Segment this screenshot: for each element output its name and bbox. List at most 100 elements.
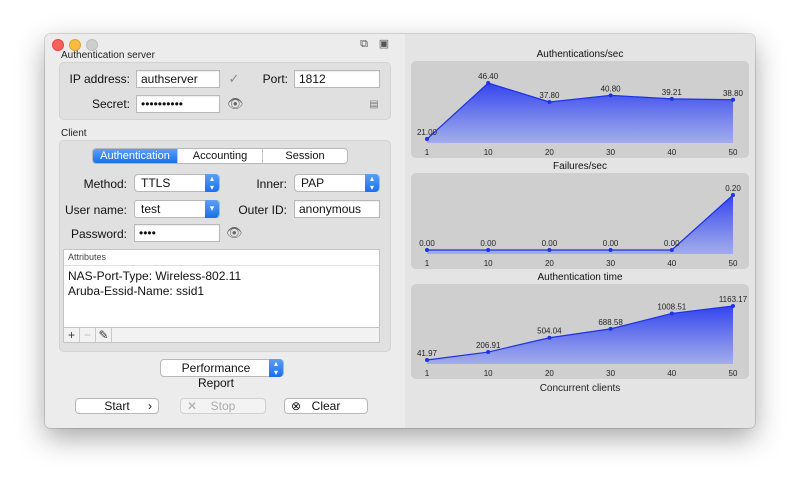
data-label: 1008.51: [657, 302, 686, 311]
x-tick-label: 50: [729, 369, 738, 378]
data-label: 46.40: [478, 72, 499, 81]
data-label: 0.00: [603, 239, 619, 248]
x-tick-label: 10: [484, 259, 493, 268]
ip-address-field[interactable]: authserver: [136, 70, 220, 88]
data-point: [425, 358, 429, 362]
data-point: [669, 311, 674, 316]
x-tick-label: 40: [667, 148, 676, 157]
eye-icon[interactable]: 👁: [226, 225, 243, 241]
data-label: 0.20: [725, 184, 741, 193]
chart-auth-time-svg: 41.97 1 206.91 10 504.04 20 688.58 30 1008.51 40 1…: [417, 295, 748, 378]
data-point: [608, 326, 613, 331]
secret-field[interactable]: ••••••••••: [136, 95, 220, 113]
attribute-item[interactable]: NAS-Port-Type: Wireless-802.11: [64, 269, 379, 284]
method-label: Method:: [83, 177, 127, 191]
stop-label: Stop: [210, 399, 236, 413]
charts-pane: Authentications/sec 21.00 1 46.40 10 37.80 20…: [405, 34, 755, 428]
inner-value: PAP: [301, 176, 325, 190]
data-point: [731, 193, 735, 197]
x-tick-label: 20: [545, 259, 554, 268]
username-value: test: [141, 202, 161, 216]
stop-button[interactable]: ✕ Stop: [180, 398, 266, 414]
x-tick-label: 1: [425, 259, 430, 268]
data-label: 504.04: [537, 327, 562, 336]
area-fill: [427, 83, 733, 143]
add-attribute-button[interactable]: +: [64, 328, 80, 342]
chart-title-failures: Failures/sec: [553, 161, 607, 172]
x-tick-label: 10: [484, 369, 493, 378]
data-point: [486, 350, 491, 355]
chart-title-auth-time: Authentication time: [537, 272, 623, 283]
remove-attribute-button[interactable]: −: [80, 328, 96, 342]
data-point: [669, 96, 674, 101]
method-select[interactable]: TTLS ▴ ▾: [134, 174, 220, 192]
data-label: 37.80: [539, 91, 560, 100]
password-field[interactable]: ••••: [134, 224, 220, 242]
chevron-right-icon: ›: [148, 399, 152, 413]
chevron-down-icon[interactable]: ▾: [205, 200, 219, 218]
port-field[interactable]: 1812: [294, 70, 380, 88]
username-combo[interactable]: test ▾: [134, 200, 220, 218]
report-select[interactable]: Performance Report ▴ ▾: [160, 359, 284, 390]
chart-auth-rate-svg: 21.00 1 46.40 10 37.80 20 40.80 30 39.21 40 38.80 5…: [417, 72, 744, 157]
password-label: Password:: [70, 227, 127, 241]
username-label: User name:: [64, 203, 127, 217]
data-point: [547, 335, 552, 340]
x-tick-label: 1: [425, 148, 430, 157]
data-label: 1163.17: [719, 295, 748, 304]
left-pane: ⧉ ▣ Authentication server IP address: au…: [45, 34, 405, 428]
secret-label: Secret:: [91, 97, 130, 111]
data-point: [731, 304, 735, 308]
data-label: 206.91: [476, 341, 501, 350]
start-label: Start: [104, 399, 130, 413]
chart-title-auth-rate: Authentications/sec: [536, 49, 624, 60]
x-tick-label: 10: [484, 148, 493, 157]
x-icon: ✕: [187, 399, 198, 413]
port-label: Port:: [262, 72, 288, 86]
client-section-title: Client: [61, 128, 87, 139]
x-tick-label: 40: [667, 259, 676, 268]
edit-attribute-button[interactable]: ✎: [96, 328, 112, 342]
server-section-title: Authentication server: [61, 50, 155, 61]
updown-chevron-icon: ▴ ▾: [205, 174, 219, 192]
data-label: 0.00: [419, 239, 435, 248]
eye-icon[interactable]: 👁: [227, 96, 244, 112]
x-tick-label: 50: [729, 148, 738, 157]
inner-select[interactable]: PAP ▴ ▾: [294, 174, 380, 192]
tab-authentication[interactable]: Authentication: [93, 149, 178, 163]
updown-chevron-icon: ▴ ▾: [269, 359, 283, 377]
chart-auth-time: 41.97 1 206.91 10 504.04 20 688.58 30 1008.51 40 1…: [411, 284, 749, 379]
attributes-toolbar: + − ✎: [63, 327, 380, 343]
data-point: [669, 248, 674, 252]
trash-icon[interactable]: ▤: [366, 97, 382, 113]
clear-button[interactable]: ⊗ Clear: [284, 398, 368, 414]
tab-accounting[interactable]: Accounting: [178, 149, 263, 163]
data-label: 39.21: [662, 88, 683, 97]
windows-icon[interactable]: ⧉: [358, 38, 370, 50]
method-value: TTLS: [141, 176, 171, 190]
data-point: [608, 248, 613, 252]
save-icon[interactable]: ▣: [378, 38, 390, 50]
data-label: 38.80: [723, 89, 744, 98]
data-point: [486, 81, 491, 85]
attribute-item[interactable]: Aruba-Essid-Name: ssid1: [64, 284, 379, 299]
app-window: ⧉ ▣ Authentication server IP address: au…: [45, 34, 755, 428]
data-label: 0.00: [664, 239, 680, 248]
x-tick-label: 20: [545, 369, 554, 378]
data-label: 688.58: [598, 318, 623, 327]
start-button[interactable]: Start ›: [75, 398, 159, 414]
x-axis-label: Concurrent clients: [539, 383, 621, 394]
server-group: IP address: authserver ✓ Port: 1812 Secr…: [59, 62, 391, 120]
outer-id-field[interactable]: anonymous: [294, 200, 380, 218]
x-tick-label: 40: [667, 369, 676, 378]
updown-chevron-icon: ▴ ▾: [365, 174, 379, 192]
x-tick-label: 30: [606, 148, 615, 157]
x-tick-label: 50: [729, 259, 738, 268]
chart-failures-svg: 0.00 1 0.00 10 0.00 20 0.00 30 0.00 40 0.20 50: [419, 184, 741, 268]
inner-label: Inner:: [256, 177, 287, 191]
data-label: 40.80: [601, 84, 622, 93]
tab-session[interactable]: Session: [263, 149, 347, 163]
outer-id-label: Outer ID:: [238, 203, 287, 217]
chart-failures: 0.00 1 0.00 10 0.00 20 0.00 30 0.00 40 0.20 50: [411, 173, 749, 269]
data-point: [425, 137, 429, 141]
